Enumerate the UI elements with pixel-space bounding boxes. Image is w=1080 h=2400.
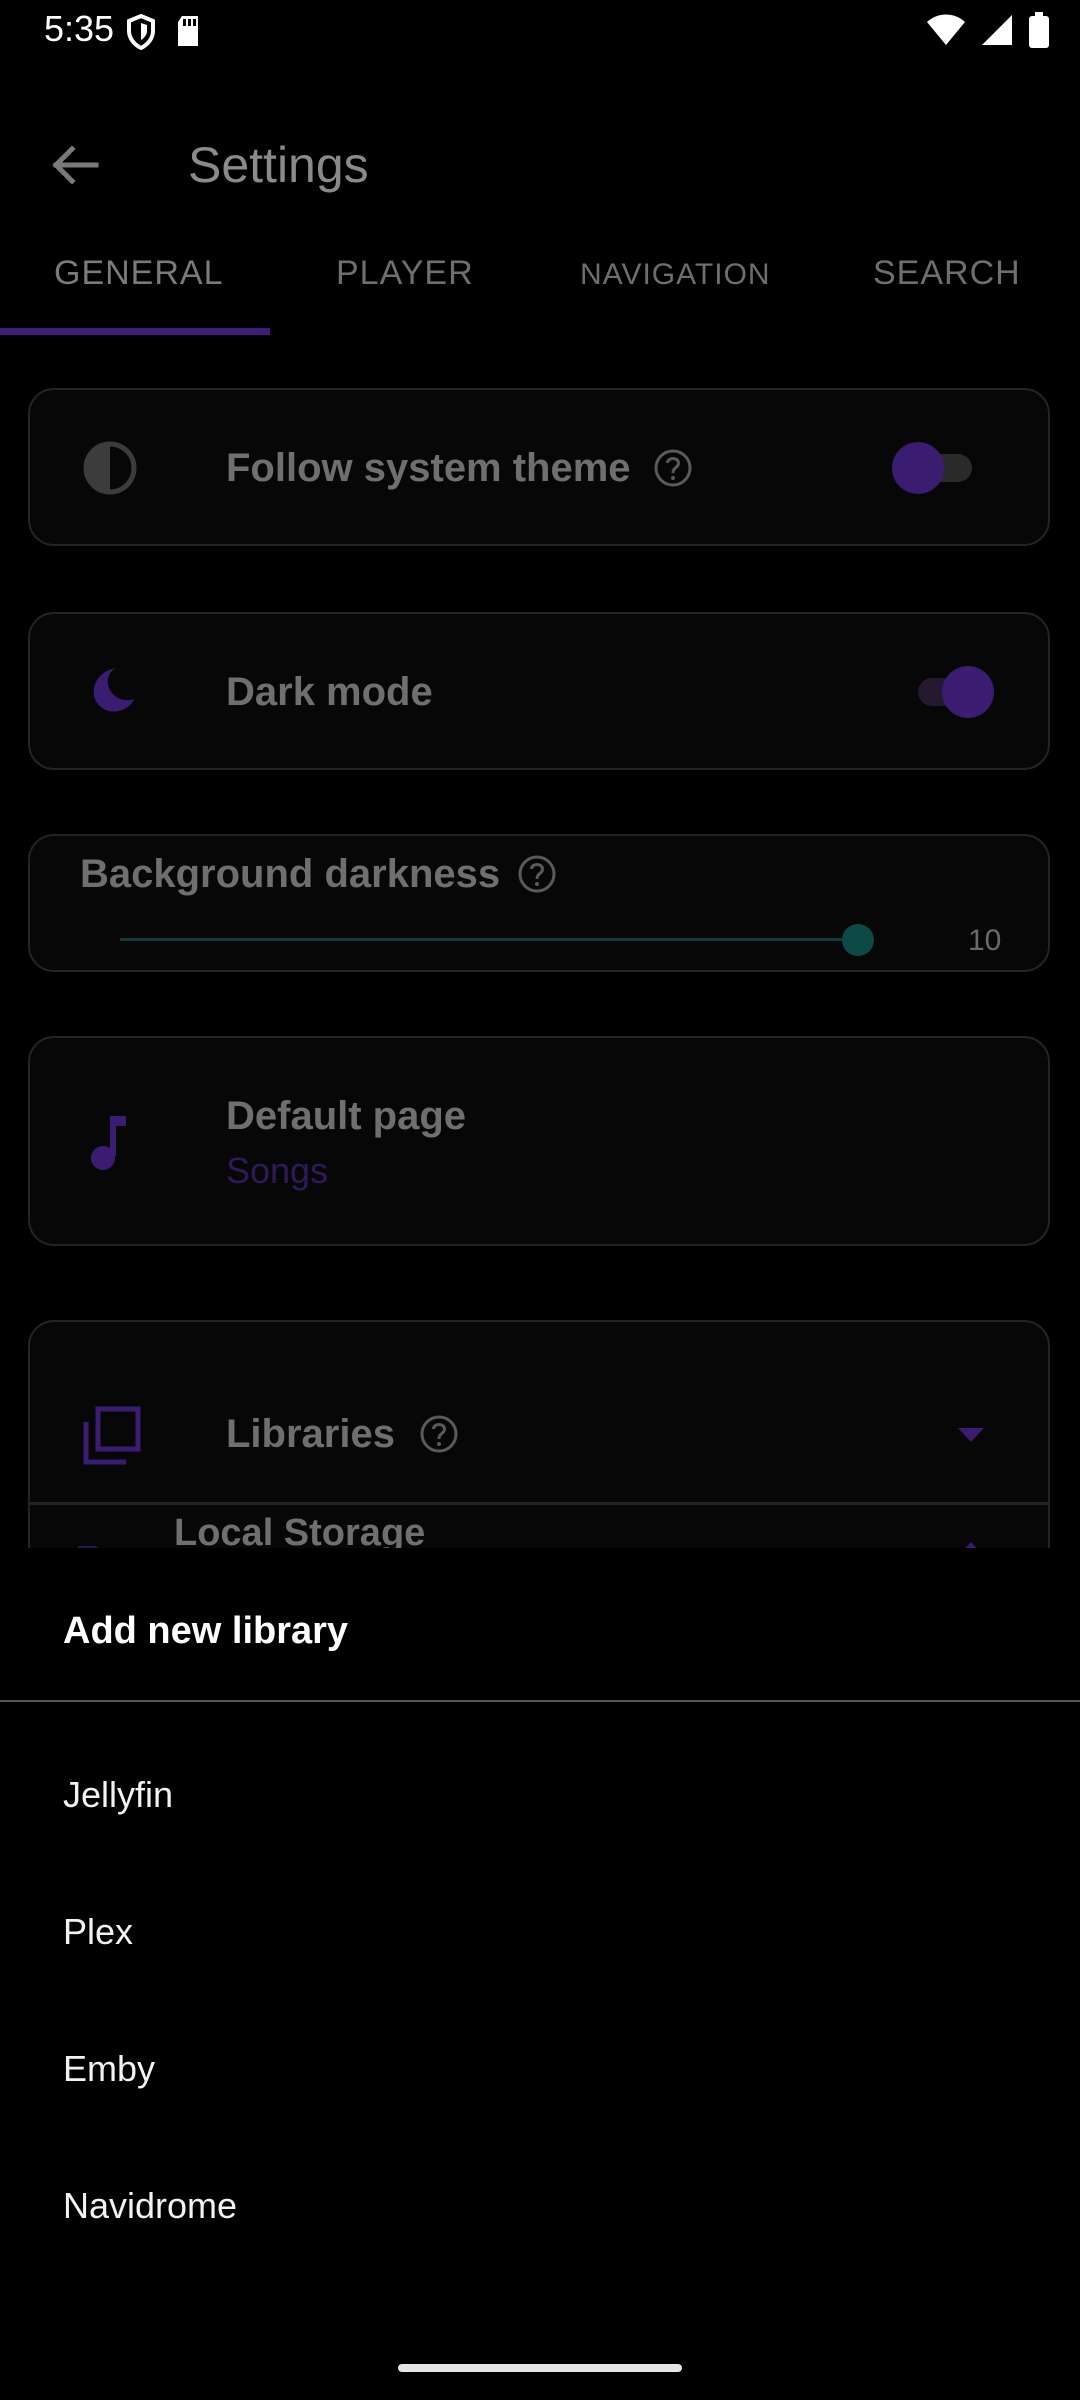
library-option-emby[interactable]: Emby xyxy=(63,2048,155,2090)
library-icon xyxy=(83,1406,141,1465)
tab-indicator xyxy=(0,328,270,335)
default-page-card[interactable]: Default page Songs xyxy=(28,1036,1050,1246)
tab-general[interactable]: GENERAL xyxy=(54,254,224,293)
follow-system-theme-card[interactable]: Follow system theme xyxy=(28,388,1050,546)
default-page-value: Songs xyxy=(226,1150,329,1191)
status-icons-left xyxy=(126,14,202,50)
sheet-divider xyxy=(0,1700,1080,1702)
arrow-back-icon xyxy=(52,145,99,185)
back-button[interactable] xyxy=(40,130,110,200)
background-darkness-label: Background darkness xyxy=(80,852,501,896)
dark-mode-card[interactable]: Dark mode xyxy=(28,612,1050,770)
music-note-icon xyxy=(91,1116,126,1170)
status-icons-right xyxy=(926,12,1050,48)
library-option-plex[interactable]: Plex xyxy=(63,1911,133,1953)
background-darkness-card: Background darkness 10 xyxy=(28,834,1050,972)
darkness-value: 10 xyxy=(968,924,1002,957)
library-option-navidrome[interactable]: Navidrome xyxy=(63,2185,237,2227)
settings-screen: 5:35 Settings GENERAL PLAYER NAVIGATION … xyxy=(0,0,1080,2400)
wifi-icon xyxy=(927,14,965,45)
help-icon[interactable] xyxy=(419,1414,459,1454)
contrast-icon xyxy=(83,441,137,495)
tab-search[interactable]: SEARCH xyxy=(873,254,1021,293)
tab-player[interactable]: PLAYER xyxy=(336,254,474,293)
signal-icon xyxy=(982,15,1012,45)
sd-card-icon xyxy=(178,16,198,46)
battery-icon xyxy=(1029,12,1049,48)
follow-system-theme-switch[interactable] xyxy=(892,440,976,494)
help-icon[interactable] xyxy=(653,448,693,488)
switch-thumb xyxy=(942,666,994,718)
follow-system-theme-label: Follow system theme xyxy=(226,446,631,490)
home-indicator[interactable] xyxy=(398,2364,682,2372)
app-bar: Settings xyxy=(0,100,1080,240)
help-icon[interactable] xyxy=(517,854,557,894)
shield-icon xyxy=(127,14,155,50)
libraries-label: Libraries xyxy=(226,1412,395,1456)
dark-mode-label: Dark mode xyxy=(226,670,433,714)
page-title: Settings xyxy=(188,137,369,193)
chevron-down-icon[interactable] xyxy=(956,1426,986,1444)
darkness-slider-thumb[interactable] xyxy=(842,924,874,956)
darkness-slider-track[interactable] xyxy=(120,938,858,941)
add-library-sheet: Add new library Jellyfin Plex Emby Navid… xyxy=(0,1548,1080,2400)
sheet-title: Add new library xyxy=(63,1610,349,1652)
dark-mode-switch[interactable] xyxy=(910,664,994,718)
libraries-card: Libraries Local Storage xyxy=(28,1320,1050,1580)
default-page-label: Default page xyxy=(226,1094,467,1138)
switch-thumb xyxy=(892,442,944,494)
tab-bar: GENERAL PLAYER NAVIGATION SEARCH xyxy=(0,230,1080,335)
library-option-jellyfin[interactable]: Jellyfin xyxy=(63,1774,173,1816)
tab-navigation[interactable]: NAVIGATION xyxy=(580,258,771,292)
moon-icon xyxy=(93,668,134,712)
divider xyxy=(30,1502,1048,1505)
status-time: 5:35 xyxy=(44,8,115,49)
